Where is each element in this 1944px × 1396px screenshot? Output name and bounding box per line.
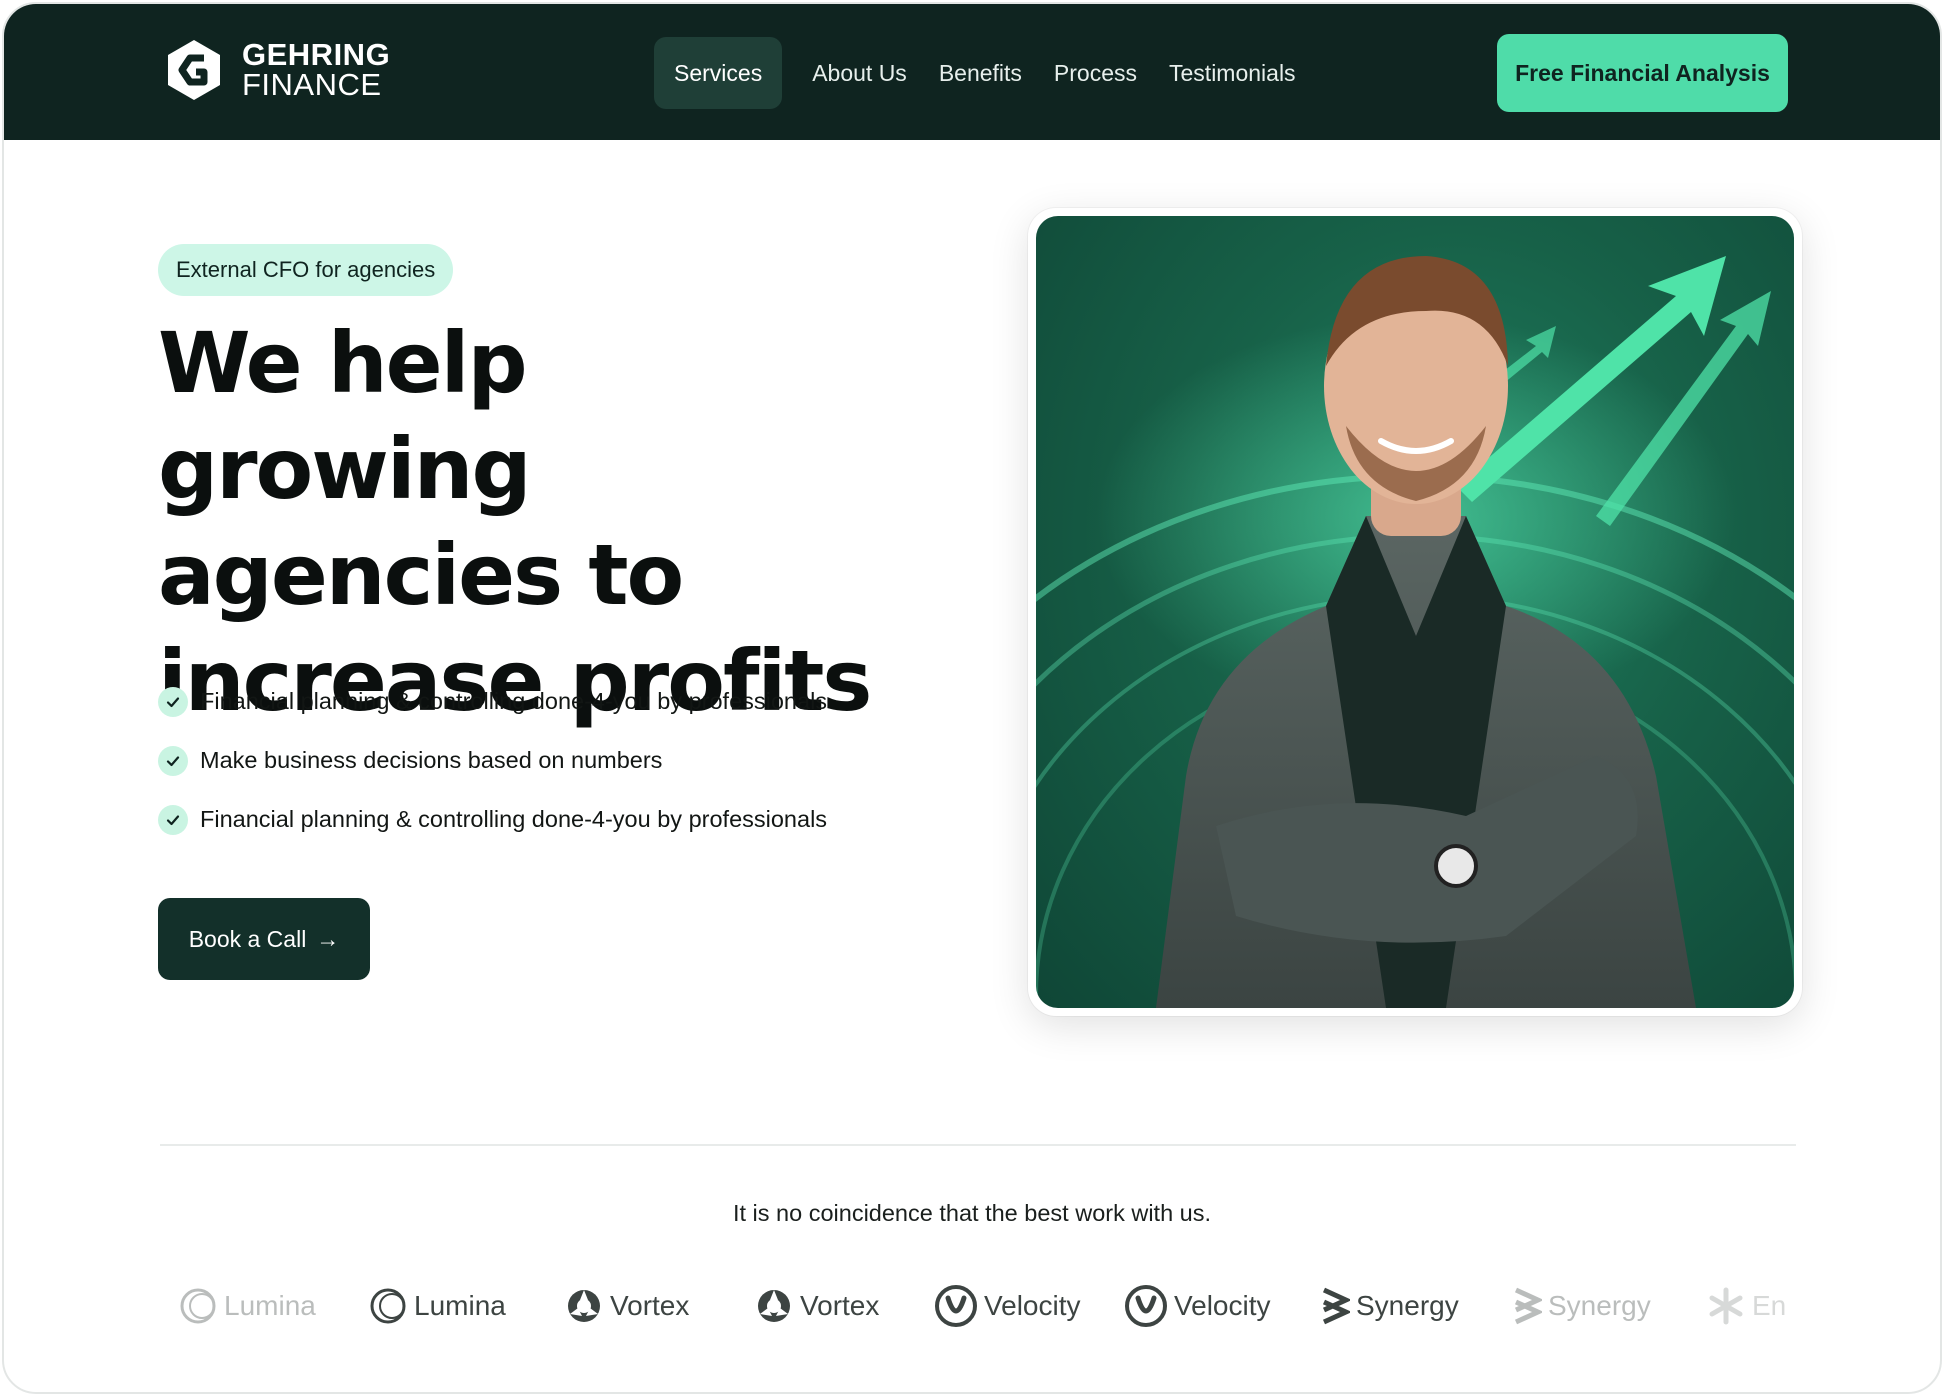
check-icon	[158, 804, 188, 835]
client-logo-name: Lumina	[224, 1290, 316, 1321]
brand-logo[interactable]: GEHRING FINANCE	[160, 36, 390, 104]
velocity-icon	[935, 1285, 977, 1327]
feature-text: Financial planning & controlling done-4-…	[200, 806, 828, 832]
free-analysis-button[interactable]: Free Financial Analysis	[1497, 34, 1788, 112]
feature-list: Financial planning & controlling done-4-…	[158, 672, 827, 849]
client-logo-partial: En	[1706, 1280, 1786, 1332]
page-frame: GEHRING FINANCE Services About Us Benefi…	[2, 2, 1942, 1394]
client-logo-lumina: Lumina	[178, 1280, 316, 1332]
section-divider	[160, 1144, 1796, 1146]
vortex-icon	[568, 1290, 600, 1322]
book-a-call-button[interactable]: Book a Call →	[158, 898, 370, 980]
lumina-icon	[370, 1288, 406, 1324]
velocity-icon	[1125, 1285, 1167, 1327]
client-logo-name: Velocity	[1174, 1290, 1271, 1321]
headline-line-2: agencies to	[158, 526, 684, 624]
nav-about-us[interactable]: About Us	[796, 37, 923, 109]
hero-headline: We help growing agencies to increase pro…	[158, 310, 918, 734]
vortex-icon	[758, 1290, 790, 1322]
check-icon	[158, 745, 188, 776]
client-logo-name: Velocity	[984, 1290, 1081, 1321]
client-logo-velocity: Velocity	[934, 1280, 1081, 1332]
synergy-icon	[1322, 1287, 1350, 1325]
client-logo-name: Vortex	[800, 1290, 880, 1321]
hero-badge: External CFO for agencies	[158, 244, 454, 296]
hero-photo	[1036, 216, 1794, 1008]
client-logo-velocity: Velocity	[1124, 1280, 1271, 1332]
client-logo-vortex: Vortex	[754, 1280, 879, 1332]
client-logo-strip: Lumina Lumina Vortex Vortex Velocity Vel…	[178, 1280, 1798, 1332]
lumina-icon	[180, 1288, 216, 1324]
feature-text: Financial planning & controlling done-4-…	[200, 688, 828, 714]
client-logo-name: Synergy	[1548, 1290, 1651, 1321]
check-icon	[158, 686, 188, 717]
synergy-icon	[1514, 1287, 1542, 1325]
brand-name-line2: FINANCE	[242, 67, 382, 102]
client-logo-vortex: Vortex	[564, 1280, 689, 1332]
client-logo-lumina: Lumina	[368, 1280, 506, 1332]
brand-name-line1: GEHRING	[242, 37, 391, 72]
hero-photo-card	[1028, 208, 1802, 1016]
nav-benefits[interactable]: Benefits	[923, 37, 1038, 109]
feature-item: Financial planning & controlling done-4-…	[158, 672, 827, 731]
gehring-logo-icon	[168, 40, 220, 100]
nav-services[interactable]: Services	[654, 37, 783, 109]
arrow-right-icon: →	[316, 925, 340, 952]
headline-line-1: We help growing	[158, 314, 532, 518]
client-logo-name: En	[1752, 1290, 1787, 1321]
nav-testimonials[interactable]: Testimonials	[1153, 37, 1312, 109]
client-logo-synergy: Synergy	[1512, 1280, 1651, 1332]
feature-item: Financial planning & controlling done-4-…	[158, 790, 827, 849]
client-logo-synergy: Synergy	[1320, 1280, 1459, 1332]
feature-item: Make business decisions based on numbers	[158, 731, 827, 790]
client-logo-name: Vortex	[610, 1290, 690, 1321]
nav-process[interactable]: Process	[1038, 37, 1153, 109]
feature-text: Make business decisions based on numbers	[200, 747, 663, 773]
client-logo-name: Synergy	[1356, 1290, 1459, 1321]
book-a-call-label: Book a Call	[188, 925, 307, 952]
client-logo-name: Lumina	[414, 1290, 506, 1321]
social-proof-tagline: It is no coincidence that the best work …	[732, 1200, 1212, 1226]
top-navbar: GEHRING FINANCE Services About Us Benefi…	[4, 4, 1940, 140]
main-nav: Services About Us Benefits Process Testi…	[654, 37, 1312, 109]
hero-illustration	[1036, 256, 1794, 1008]
asterisk-logo-icon	[1709, 1287, 1743, 1325]
